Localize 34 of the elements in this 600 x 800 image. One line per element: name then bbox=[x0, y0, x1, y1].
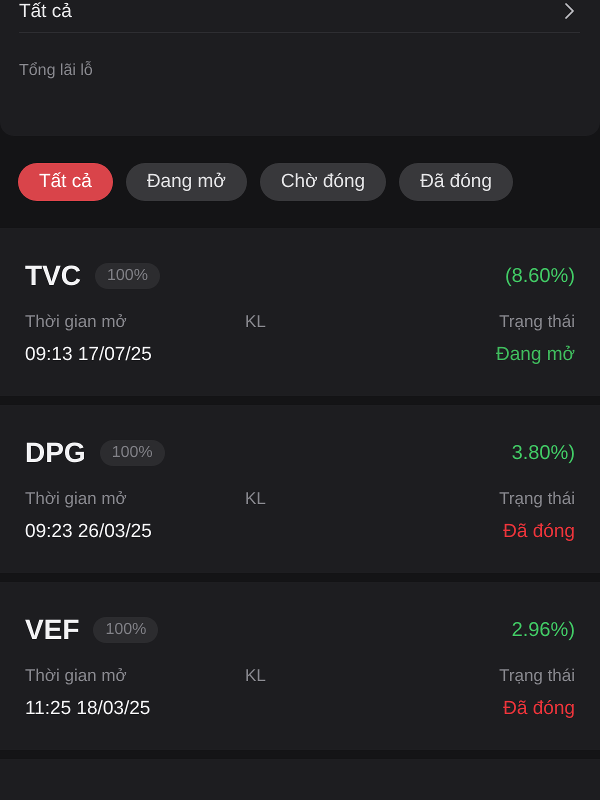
pnl-value: 2.96%) bbox=[512, 618, 575, 642]
stock-symbol: DPG bbox=[25, 437, 86, 469]
open-time-value: 11:25 18/03/25 bbox=[25, 698, 152, 720]
stock-symbol: TVC bbox=[25, 260, 81, 292]
volume-label: KL bbox=[245, 489, 267, 509]
total-pnl-label: Tổng lãi lỗ bbox=[19, 62, 94, 80]
filter-tab[interactable]: Đã đóng bbox=[399, 163, 513, 201]
filter-selection[interactable]: Tất cả bbox=[19, 1, 72, 23]
pnl-value: (8.60%) bbox=[504, 264, 575, 288]
status-label: Trạng thái bbox=[499, 666, 575, 686]
stock-symbol: VEF bbox=[25, 614, 80, 646]
open-time-label: Thời gian mở bbox=[25, 312, 128, 332]
volume-label: KL bbox=[245, 666, 267, 686]
open-time-label: Thời gian mở bbox=[25, 666, 128, 686]
allocation-badge: 100% bbox=[93, 617, 158, 643]
filter-tab[interactable]: Đang mở bbox=[126, 163, 247, 201]
position-card[interactable]: TVC 100% (8.60%) Thời gian mở KL Trạng thái 09:13 17/07/25 Đang mở bbox=[0, 228, 600, 396]
chevron-icon[interactable] bbox=[565, 3, 574, 19]
pnl-value: 3.80%) bbox=[512, 442, 575, 464]
filter-tab[interactable]: Chờ đóng bbox=[260, 163, 386, 201]
filter-tab[interactable]: Tất cả bbox=[18, 163, 113, 201]
status-value: Đã đóng bbox=[502, 521, 575, 543]
volume-label: KL bbox=[245, 312, 267, 332]
status-label: Trạng thái bbox=[499, 489, 575, 509]
status-label: Trạng thái bbox=[498, 312, 575, 332]
open-time-value: 09:23 26/03/25 bbox=[25, 521, 153, 543]
status-value: Đã đóng bbox=[502, 698, 575, 720]
allocation-badge: 100% bbox=[95, 263, 160, 289]
position-card[interactable]: VEF 100% 2.96%) Thời gian mở KL Trạng thái 11:25 18/03/25 Đã đóng bbox=[0, 582, 600, 750]
allocation-badge: 100% bbox=[100, 440, 165, 466]
status-value: Đang mở bbox=[496, 344, 575, 366]
position-card[interactable]: DPG 100% 3.80%) Thời gian mở KL Trạng thái 09:23 26/03/25 Đã đóng bbox=[0, 405, 600, 573]
open-time-label: Thời gian mở bbox=[25, 489, 128, 509]
open-time-value: 09:13 17/07/25 bbox=[25, 344, 153, 366]
